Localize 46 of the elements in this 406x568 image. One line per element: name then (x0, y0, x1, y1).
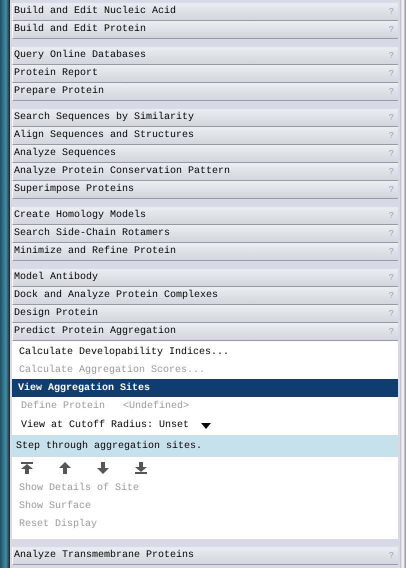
tool-header[interactable]: Search Side-Chain Rotamers ? (12, 225, 398, 243)
tool-header[interactable]: Dock and Analyze Protein Complexes ? (12, 287, 398, 305)
help-button[interactable]: ? (388, 148, 394, 158)
help-button[interactable]: ? (388, 68, 394, 78)
tool-header[interactable]: Predict Protein Aggregation ? (12, 323, 398, 341)
tool-header[interactable]: Create Homology Models ? (12, 207, 398, 225)
help-button[interactable]: ? (388, 326, 394, 336)
help-button[interactable]: ? (388, 184, 394, 194)
tool-header[interactable]: Prepare Protein ? (12, 83, 398, 101)
tool-header[interactable]: Search Sequences by Similarity ? (12, 109, 398, 127)
help-button[interactable]: ? (388, 246, 394, 256)
tool-header[interactable]: Protein Report ? (12, 65, 398, 83)
help-button[interactable]: ? (388, 130, 394, 140)
tool-header[interactable]: Design Protein ? (12, 305, 398, 323)
jump-to-first-icon[interactable] (21, 462, 33, 474)
tool-header[interactable]: Analyze Sequences ? (12, 145, 398, 163)
help-button[interactable]: ? (388, 112, 394, 122)
command-item[interactable]: Calculate Developability Indices... (12, 343, 398, 361)
tool-header[interactable]: Model Antibody ? (12, 269, 398, 287)
tool-header[interactable]: Minimize and Refine Protein ? (12, 243, 398, 261)
tool-header[interactable]: Query Online Databases ? (12, 47, 398, 65)
tool-header[interactable]: Build and Edit Nucleic Acid ? (12, 3, 398, 21)
help-button[interactable]: ? (388, 550, 394, 560)
field-label: Define Protein (21, 401, 106, 412)
help-button[interactable]: ? (388, 308, 394, 318)
help-button[interactable]: ? (388, 228, 394, 238)
help-button[interactable]: ? (388, 290, 394, 300)
help-button[interactable]: ? (388, 86, 394, 96)
help-button[interactable]: ? (388, 166, 394, 176)
tool-header[interactable]: Analyze Protein Conservation Pattern ? (12, 163, 398, 181)
tool-header[interactable]: Build and Edit Protein ? (12, 21, 398, 39)
down-arrow-icon[interactable] (97, 462, 109, 474)
help-button[interactable]: ? (388, 50, 394, 60)
help-button[interactable]: ? (388, 6, 394, 16)
tool-header[interactable]: Superimpose Proteins ? (12, 181, 398, 199)
tool-header[interactable]: Align Sequences and Structures ? (12, 127, 398, 145)
tool-header[interactable]: Analyze Transmembrane Proteins ? (12, 547, 398, 565)
caret-icon (201, 422, 212, 428)
help-button[interactable]: ? (388, 210, 394, 220)
hint-text: Step through aggregation sites. (12, 435, 398, 457)
command-item[interactable]: View Aggregation Sites (12, 379, 398, 397)
help-button[interactable]: ? (388, 24, 394, 34)
help-button[interactable]: ? (388, 272, 394, 282)
cutoff-dropdown[interactable]: View at Cutoff Radius: Unset (21, 420, 212, 431)
up-arrow-icon[interactable] (59, 462, 71, 474)
jump-to-last-icon[interactable] (135, 462, 147, 474)
